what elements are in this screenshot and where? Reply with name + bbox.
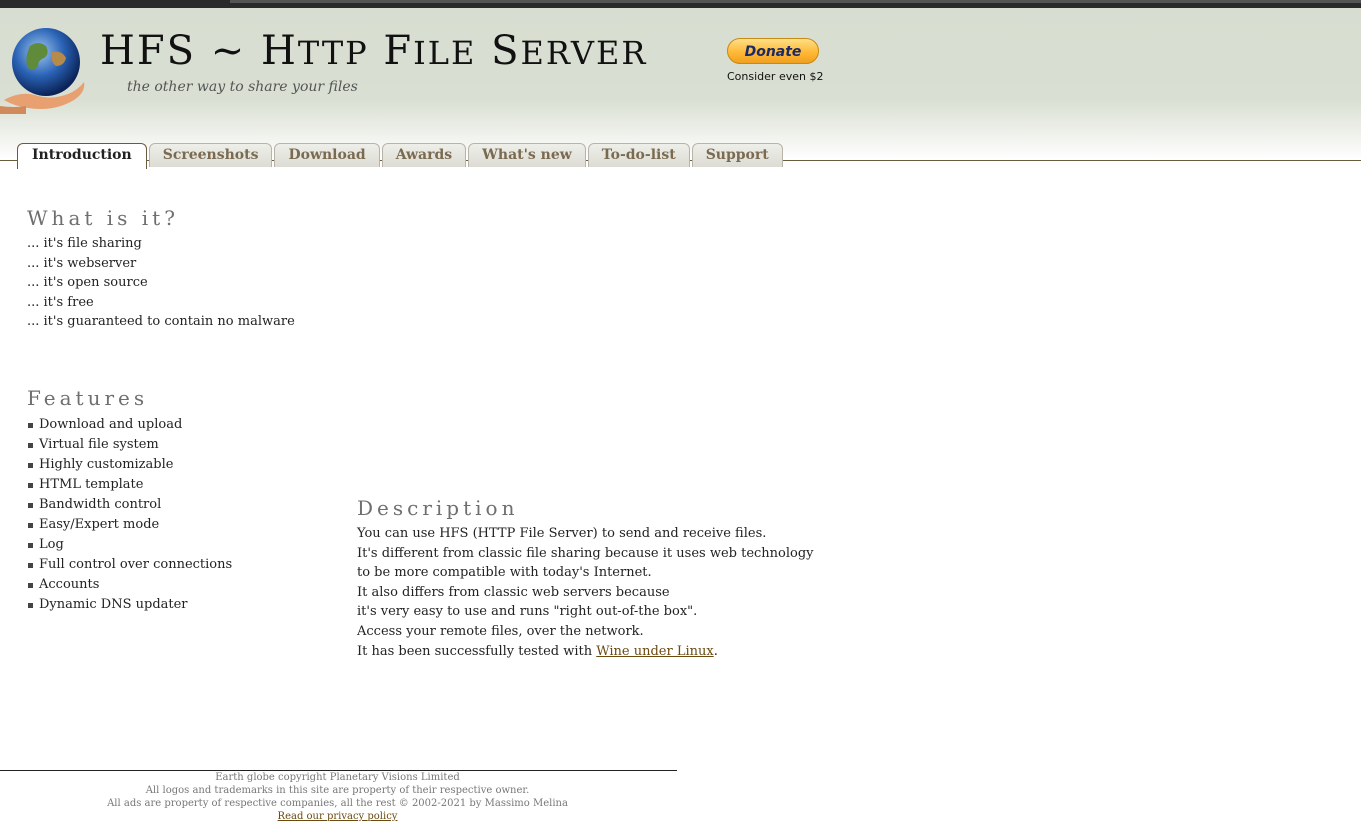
site-footer: Earth globe copyright Planetary Visions … [0, 771, 675, 823]
privacy-policy-link[interactable]: Read our privacy policy [278, 811, 398, 822]
description-line: Access your remote files, over the netwo… [357, 623, 644, 639]
description-line: It also differs from classic web servers… [357, 584, 670, 600]
site-header: HFS ~ HTTP FILE SERVER the other way to … [0, 8, 1361, 169]
browser-top-strip-inner [230, 0, 1361, 3]
what-is-it-section: What is it? ... it's file sharing ... it… [27, 206, 295, 332]
globe-in-hand-logo [0, 28, 85, 114]
feature-item: Easy/Expert mode [27, 515, 232, 535]
list-item: ... it's file sharing [27, 236, 142, 251]
list-item: ... it's guaranteed to contain no malwar… [27, 314, 295, 330]
feature-item: Virtual file system [27, 435, 232, 455]
tab-introduction[interactable]: Introduction [17, 143, 147, 169]
feature-item: Download and upload [27, 415, 232, 435]
tab-download[interactable]: Download [274, 143, 380, 167]
description-line: You can use HFS (HTTP File Server) to se… [357, 526, 767, 541]
site-title-part: HFS ~ H [100, 28, 298, 74]
list-item: ... it's open source [27, 275, 148, 291]
features-heading: Features [27, 386, 149, 410]
site-title-part: TTP [297, 34, 369, 72]
tested-prefix: It has been successfully tested with [357, 643, 597, 659]
feature-item: Full control over connections [27, 555, 232, 575]
description-section: Description You can use HFS (HTTP File S… [357, 496, 817, 661]
footer-globe-copyright: Earth globe copyright Planetary Visions … [215, 772, 460, 783]
tab-support[interactable]: Support [691, 143, 783, 167]
footer-copyright: All ads are property of respective compa… [107, 798, 568, 809]
list-item: ... it's webserver [27, 255, 137, 271]
description-text: You can use HFS (HTTP File Server) to se… [357, 524, 817, 661]
nav-tabs: Introduction Screenshots Download Awards… [17, 135, 785, 169]
feature-item: Dynamic DNS updater [27, 595, 232, 615]
tested-suffix: . [713, 643, 718, 659]
site-tagline: the other way to share your files [127, 79, 358, 95]
features-list: Download and upload Virtual file system … [27, 415, 232, 615]
footer-trademarks: All logos and trademarks in this site ar… [145, 785, 530, 796]
what-is-it-list: ... it's file sharing ... it's webserver… [27, 234, 295, 332]
site-title-part: ILE [413, 34, 477, 72]
browser-top-strip [0, 0, 1361, 8]
feature-item: Log [27, 535, 232, 555]
site-title-part: S [476, 28, 521, 74]
wine-under-linux-link[interactable]: Wine under Linux [596, 644, 713, 659]
site-title: HFS ~ HTTP FILE SERVER [100, 28, 647, 74]
feature-item: HTML template [27, 475, 232, 495]
what-is-it-heading: What is it? [27, 206, 179, 230]
description-line-tested: It has been successfully tested with Win… [357, 642, 817, 662]
tab-screenshots[interactable]: Screenshots [148, 143, 273, 167]
features-section: Features Download and upload Virtual fil… [27, 386, 232, 615]
donate-button[interactable]: Donate [727, 38, 819, 64]
site-title-part: ERVER [520, 34, 648, 72]
description-line: it's very easy to use and runs "right ou… [357, 604, 698, 620]
list-item: ... it's free [27, 294, 94, 310]
site-title-part: F [368, 28, 414, 74]
tab-awards[interactable]: Awards [381, 143, 467, 167]
tab-to-do-list[interactable]: To-do-list [587, 143, 690, 167]
donate-note: Consider even $2 [727, 70, 824, 83]
tab-whats-new[interactable]: What's new [468, 143, 586, 167]
description-line: It's different from classic file sharing… [357, 545, 814, 581]
feature-item: Highly customizable [27, 455, 232, 475]
feature-item: Bandwidth control [27, 495, 232, 515]
description-heading: Description [357, 496, 519, 520]
feature-item: Accounts [27, 575, 232, 595]
